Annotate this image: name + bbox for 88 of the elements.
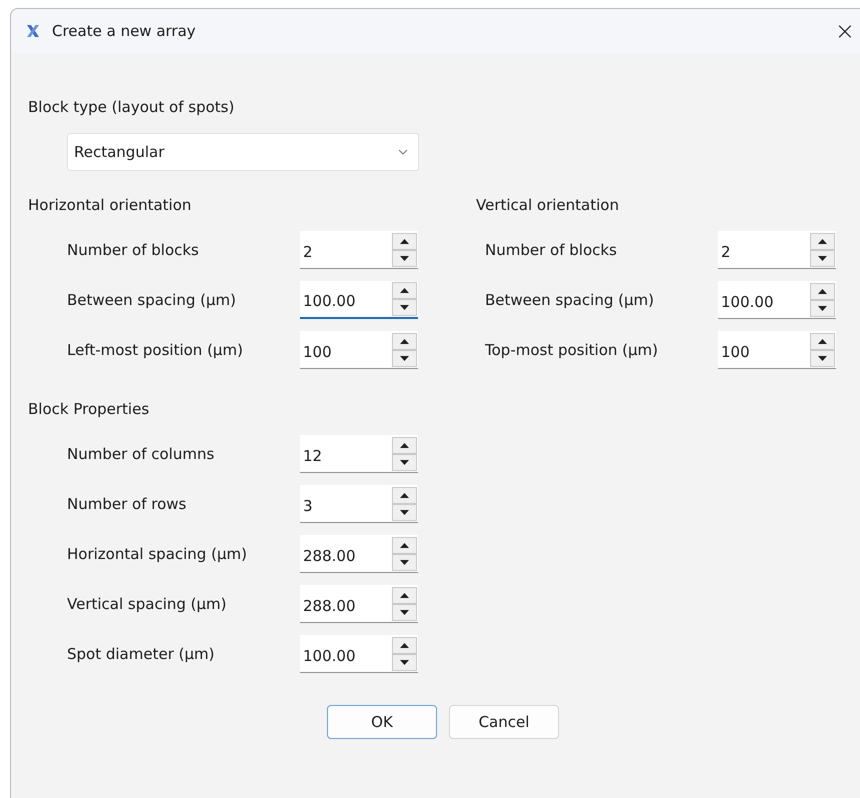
down-triangle-icon [400, 256, 409, 260]
field-label: Number of blocks [485, 241, 618, 259]
number-input[interactable]: 100.00 [718, 288, 810, 310]
up-triangle-icon [818, 338, 827, 344]
number-input[interactable]: 2 [300, 238, 392, 260]
section-heading: Block Properties [28, 399, 150, 419]
field-label: Number of rows [67, 495, 188, 513]
field-label: Spot diameter (µm) [67, 645, 216, 663]
field-label: Number of blocks [67, 241, 200, 259]
up-triangle-icon [400, 338, 409, 344]
decrement-button[interactable] [392, 604, 417, 620]
up-triangle-icon [400, 442, 409, 448]
field-label: Left-most position (µm) [67, 341, 244, 359]
up-triangle-icon [400, 238, 409, 244]
section-heading: Horizontal orientation [28, 195, 192, 215]
section-heading: Vertical orientation [476, 195, 620, 215]
field-label: Top-most position (µm) [485, 341, 660, 359]
number-input[interactable]: 100 [300, 338, 392, 360]
number-input[interactable]: 3 [300, 492, 392, 514]
decrement-button[interactable] [392, 504, 417, 520]
close-button[interactable]: × [830, 17, 859, 45]
number-input[interactable]: 288.00 [300, 592, 392, 614]
field-label: Between spacing (µm) [485, 291, 655, 309]
down-triangle-icon [818, 256, 827, 260]
up-triangle-icon [400, 288, 409, 293]
increment-button[interactable] [810, 232, 835, 250]
number-spinner[interactable]: 12 [300, 435, 418, 473]
increment-button[interactable] [810, 282, 835, 300]
down-triangle-icon [400, 660, 409, 664]
increment-button[interactable] [392, 636, 417, 654]
number-spinner[interactable]: 100.00 [300, 635, 418, 673]
down-triangle-icon [400, 305, 409, 310]
increment-button[interactable] [392, 536, 417, 554]
down-triangle-icon [818, 356, 827, 360]
decrement-button[interactable] [810, 250, 835, 266]
number-spinner[interactable]: 100 [718, 331, 836, 369]
decrement-button[interactable] [392, 250, 417, 266]
block-type-dropdown[interactable]: Rectangular [67, 133, 419, 171]
up-triangle-icon [818, 238, 827, 244]
x-logo-icon [26, 24, 40, 38]
dialog-button[interactable]: OK [327, 705, 437, 739]
down-triangle-icon [400, 560, 409, 564]
increment-button[interactable] [392, 232, 417, 250]
increment-button[interactable] [392, 282, 417, 299]
number-spinner[interactable]: 288.00 [300, 585, 418, 623]
number-input[interactable]: 288.00 [300, 542, 392, 564]
decrement-button[interactable] [392, 654, 417, 670]
increment-button[interactable] [392, 332, 417, 350]
increment-button[interactable] [392, 586, 417, 604]
up-triangle-icon [400, 542, 409, 548]
number-spinner[interactable]: 100 [300, 331, 418, 369]
decrement-button[interactable] [392, 454, 417, 470]
number-spinner[interactable]: 100.00 [300, 281, 418, 319]
field-label: Number of columns [67, 445, 216, 463]
number-spinner[interactable]: 2 [300, 231, 418, 269]
number-input[interactable]: 2 [718, 238, 810, 260]
number-input[interactable]: 12 [300, 442, 392, 464]
number-spinner[interactable]: 3 [300, 485, 418, 523]
down-triangle-icon [400, 356, 409, 360]
number-spinner[interactable]: 100.00 [718, 281, 836, 319]
number-spinner[interactable]: 288.00 [300, 535, 418, 573]
field-label: Horizontal spacing (µm) [67, 545, 248, 563]
number-input[interactable]: 100.00 [300, 642, 392, 664]
number-spinner[interactable]: 2 [718, 231, 836, 269]
decrement-button[interactable] [392, 554, 417, 570]
down-triangle-icon [818, 306, 827, 310]
dialog-button[interactable]: Cancel [449, 705, 559, 739]
decrement-button[interactable] [392, 350, 417, 366]
field-label: Between spacing (µm) [67, 291, 237, 309]
chevron-down-icon [398, 149, 408, 155]
down-triangle-icon [400, 460, 409, 464]
decrement-button[interactable] [810, 350, 835, 366]
decrement-button[interactable] [392, 299, 417, 316]
up-triangle-icon [818, 288, 827, 294]
field-label: Vertical spacing (µm) [67, 595, 228, 613]
up-triangle-icon [400, 642, 409, 648]
number-input[interactable]: 100 [718, 338, 810, 360]
increment-button[interactable] [392, 436, 417, 454]
down-triangle-icon [400, 610, 409, 614]
up-triangle-icon [400, 592, 409, 598]
increment-button[interactable] [810, 332, 835, 350]
number-input[interactable]: 100.00 [300, 288, 392, 310]
decrement-button[interactable] [810, 300, 835, 316]
section-heading: Block type (layout of spots) [28, 97, 236, 117]
up-triangle-icon [400, 492, 409, 498]
window-title: Create a new array [52, 22, 196, 40]
down-triangle-icon [400, 510, 409, 514]
increment-button[interactable] [392, 486, 417, 504]
